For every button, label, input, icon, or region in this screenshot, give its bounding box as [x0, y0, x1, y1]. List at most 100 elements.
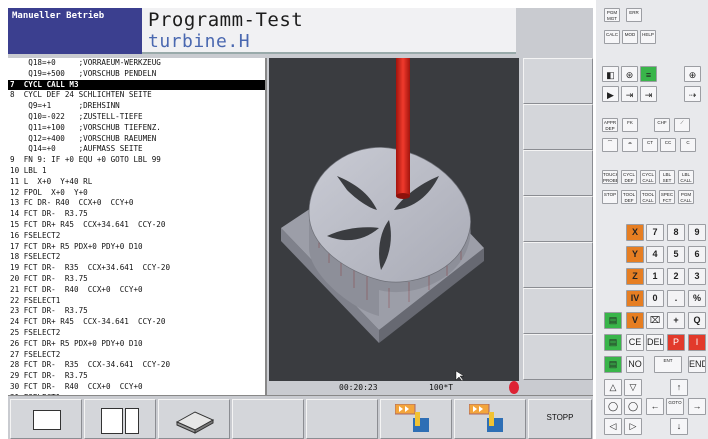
program-line[interactable]: Q9=+1 ;DREHSINN — [8, 101, 265, 112]
cycle-key-2[interactable]: CYCL CALL — [640, 170, 656, 184]
axis-key-Z[interactable]: Z — [626, 268, 644, 285]
q-key[interactable]: Q — [688, 312, 706, 329]
p-key[interactable]: P — [667, 334, 685, 351]
cycle-key-0[interactable]: TOUCH PROBE — [602, 170, 618, 184]
pgm-mgt-key[interactable]: PGM MGT — [604, 8, 620, 22]
del-key[interactable]: DEL — [646, 334, 664, 351]
pgm-key-1[interactable]: ▤ — [604, 312, 622, 329]
function-key-2[interactable]: TOOL CALL — [640, 190, 656, 204]
cycle-key-3[interactable]: LBL SET — [659, 170, 675, 184]
prev-page-key[interactable]: ◁ — [604, 418, 622, 435]
num-key-9[interactable]: 9 — [688, 224, 706, 241]
axis-key-IV[interactable]: IV — [626, 290, 644, 307]
num-key-4[interactable]: 4 — [646, 246, 664, 263]
program-line[interactable]: 22 FSELECT1 — [8, 296, 265, 307]
num-key-1[interactable]: 1 — [646, 268, 664, 285]
vertical-softkey-6[interactable] — [523, 288, 593, 334]
program-line[interactable]: 30 FCT DR- R40 CCX+0 CCY+0 — [8, 382, 265, 393]
softkey-stop[interactable]: STOPP — [528, 399, 592, 439]
program-line[interactable]: 13 FC DR- R40 CCX+0 CCY+0 — [8, 198, 265, 209]
single-block-key[interactable]: ▶ — [602, 86, 619, 102]
vertical-softkey-3[interactable] — [523, 150, 593, 196]
ent-key[interactable]: ENT — [654, 356, 682, 373]
program-line[interactable]: 29 FCT DR- R3.75 — [8, 371, 265, 382]
softkey-start[interactable] — [454, 399, 526, 439]
mdi-mode-key[interactable]: ≡ — [640, 66, 657, 82]
program-line[interactable]: 25 FSELECT2 — [8, 328, 265, 339]
pgm-key-2[interactable]: ▤ — [604, 334, 622, 351]
num-key-.[interactable]: . — [667, 290, 685, 307]
num-key-0[interactable]: 0 — [646, 290, 664, 307]
function-key-1[interactable]: TOOL DEF — [621, 190, 637, 204]
help-key[interactable]: HELP — [640, 30, 656, 44]
mod-key[interactable]: MOD — [622, 30, 638, 44]
full-sequence-key[interactable]: ⇥ — [621, 86, 638, 102]
handwheel-mode-key[interactable]: ⊛ — [621, 66, 638, 82]
vertical-softkey-2[interactable] — [523, 104, 593, 150]
num-key-%[interactable]: % — [688, 290, 706, 307]
program-line[interactable]: 7 CYCL CALL M3 — [8, 79, 265, 91]
negative-key[interactable]: ⌧ — [646, 312, 664, 329]
program-line[interactable]: 9 FN 9: IF +0 EQU +0 GOTO LBL 99 — [8, 155, 265, 166]
ct-key[interactable]: CT — [642, 138, 658, 152]
program-line[interactable]: 15 FCT DR+ R45 CCX+34.641 CCY-20 — [8, 220, 265, 231]
num-key-2[interactable]: 2 — [667, 268, 685, 285]
function-key-4[interactable]: PGM CALL — [678, 190, 694, 204]
program-line[interactable]: 8 CYCL DEF 24 SCHLICHTEN SEITE — [8, 90, 265, 101]
end-key[interactable]: END — [688, 356, 706, 373]
vertical-softkey-4[interactable] — [523, 196, 593, 242]
pgm-key-3[interactable]: ▤ — [604, 356, 622, 373]
program-line[interactable]: 11 L X+0 Y+40 RL — [8, 177, 265, 188]
vertical-softkey-5[interactable] — [523, 242, 593, 288]
program-line[interactable]: Q14=+0 ;AUFMASS SEITE — [8, 144, 265, 155]
program-line[interactable]: Q12=+400 ;VORSCHUB RAEUMEN — [8, 134, 265, 145]
edit-key[interactable]: ⇢ — [684, 86, 701, 102]
program-line[interactable]: 19 FCT DR- R35 CCX+34.641 CCY-20 — [8, 263, 265, 274]
program-listing[interactable]: Q18=+0 ;VORRAEUM-WERKZEUG Q19=+500 ;VORS… — [8, 58, 267, 427]
arrow-down-key[interactable]: ↓ — [670, 418, 688, 435]
arrow-up-key[interactable]: ↑ — [670, 379, 688, 396]
program-test-key[interactable]: ⊕ — [684, 66, 701, 82]
appr-dep-key[interactable]: APPR DEP — [602, 118, 618, 132]
rnd-key[interactable]: ⌓ — [622, 138, 638, 152]
page-up-key[interactable]: △ — [604, 379, 622, 396]
cc-key[interactable]: CC — [660, 138, 676, 152]
fk-key[interactable]: FK — [622, 118, 638, 132]
function-key-0[interactable]: STOP — [602, 190, 618, 204]
page-down-key[interactable]: ▽ — [624, 379, 642, 396]
program-line[interactable]: 27 FSELECT2 — [8, 350, 265, 361]
softkey-view-3d[interactable] — [158, 399, 230, 439]
chf-key[interactable]: CHF — [654, 118, 670, 132]
num-key-6[interactable]: 6 — [688, 246, 706, 263]
program-line[interactable]: 26 FCT DR+ R5 PDX+0 PDY+0 D10 — [8, 339, 265, 350]
no-ent-key[interactable]: NO ENT — [626, 356, 644, 373]
c-key[interactable]: C — [680, 138, 696, 152]
num-key-5[interactable]: 5 — [667, 246, 685, 263]
program-line[interactable]: 21 FCT DR- R40 CCX+0 CCY+0 — [8, 285, 265, 296]
vertical-softkey-1[interactable] — [523, 58, 593, 104]
vertical-softkey-7[interactable] — [523, 334, 593, 380]
num-key-7[interactable]: 7 — [646, 224, 664, 241]
i-key[interactable]: I — [688, 334, 706, 351]
arrow-left-key[interactable]: ← — [646, 398, 664, 415]
manual-mode-key[interactable]: ◧ — [602, 66, 619, 82]
program-line[interactable]: 10 LBL 1 — [8, 166, 265, 177]
num-key-3[interactable]: 3 — [688, 268, 706, 285]
program-line[interactable]: 20 FCT DR- R3.75 — [8, 274, 265, 285]
program-line[interactable]: 14 FCT DR- R3.75 — [8, 209, 265, 220]
calc-key[interactable]: CALC — [604, 30, 620, 44]
program-line[interactable]: 12 FPOL X+0 Y+0 — [8, 188, 265, 199]
axis-key-X[interactable]: X — [626, 224, 644, 241]
axis-key-Y[interactable]: Y — [626, 246, 644, 263]
line-key[interactable]: ⟋ — [674, 118, 690, 132]
nav-home-key[interactable]: ◯ — [604, 398, 622, 415]
plus-key[interactable]: + — [667, 312, 685, 329]
softkey-empty-4[interactable] — [232, 399, 304, 439]
cycle-key-4[interactable]: LBL CALL — [678, 170, 694, 184]
num-key-8[interactable]: 8 — [667, 224, 685, 241]
program-line[interactable]: 17 FCT DR+ R5 PDX+0 PDY+0 D10 — [8, 242, 265, 253]
softkey-view-plan[interactable] — [10, 399, 82, 439]
axis-key-V[interactable]: V — [626, 312, 644, 329]
ce-key[interactable]: CE — [626, 334, 644, 351]
program-line[interactable]: Q11=+100 ;VORSCHUB TIEFENZ. — [8, 123, 265, 134]
